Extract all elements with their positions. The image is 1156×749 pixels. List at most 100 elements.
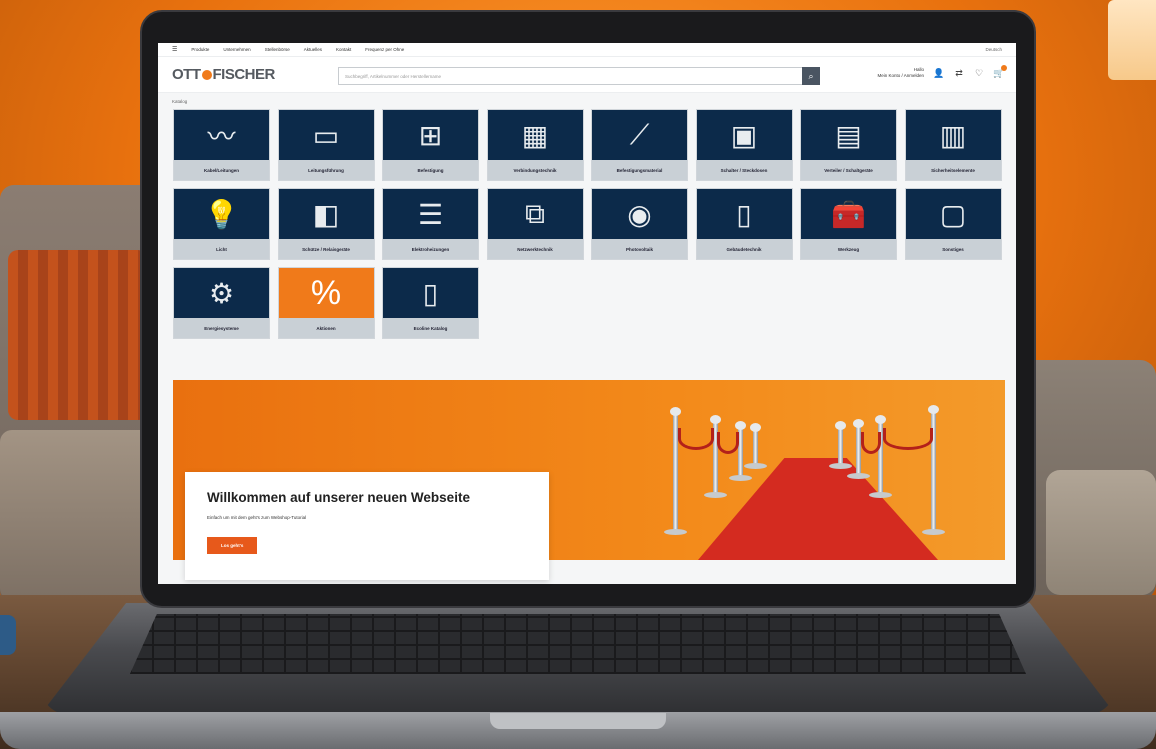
screw-icon: ⟋	[629, 118, 650, 150]
category-tile[interactable]: ◧ Schütze / Relaisgeräte	[277, 188, 375, 260]
language-select[interactable]: Deutsch	[985, 47, 1002, 52]
bulb-icon: 💡	[204, 198, 239, 230]
header-actions: Hallo Mein Konto / Anmelden 👤 ⇄ ♡ 🛒	[877, 65, 1007, 79]
welcome-card: Willkommen auf unserer neuen Webseite Ei…	[185, 472, 549, 580]
category-tile[interactable]: ▢ Sonstiges	[904, 188, 1002, 260]
welcome-title: Willkommen auf unserer neuen Webseite	[207, 490, 470, 505]
logo[interactable]: OTT FISCHER	[172, 66, 322, 83]
stanchion-post	[744, 423, 767, 469]
category-tile[interactable]: ▥ Sicherheitselemente	[904, 109, 1002, 181]
percent-icon: %	[278, 268, 374, 318]
velvet-rope	[861, 432, 881, 454]
category-label: Werkzeug	[801, 239, 896, 259]
armchair-seat	[1046, 470, 1156, 595]
category-label: Verbindungstechnik	[487, 160, 583, 180]
top-link[interactable]: Unternehmen	[223, 47, 250, 52]
menu-label[interactable]: Produkte	[191, 47, 209, 52]
category-tile[interactable]: ◉ Photovoltaik	[591, 188, 688, 260]
category-label: Energiesysteme	[174, 318, 269, 338]
top-link[interactable]: Frequenz per Ohne	[365, 47, 404, 52]
menu-icon[interactable]: ☰	[172, 46, 177, 53]
meter-icon: ▢	[939, 198, 967, 230]
laptop-notch	[490, 713, 666, 729]
search-button[interactable]: ⌕	[802, 67, 820, 85]
category-label: Schalter / Steckdosen	[696, 160, 792, 180]
site-header: OTT FISCHER Suchbegriff, Artikelnummer o…	[158, 57, 1016, 93]
category-tile[interactable]: 💡 Licht	[173, 188, 270, 260]
category-label: Sicherheitselemente	[905, 160, 1001, 180]
top-link[interactable]: Kontakt	[336, 47, 351, 52]
top-nav: ☰ Produkte Unternehmen Stellenbörse Aktu…	[158, 43, 1016, 57]
logo-text-left: OTT	[172, 66, 201, 83]
welcome-subtitle: Einfach um mit dem geht's zum Webshop-Tu…	[207, 515, 307, 520]
category-label: Netzwerktechnik	[487, 239, 583, 259]
category-tile[interactable]: ▯ Gebäudetechnik	[695, 188, 793, 260]
user-icon[interactable]: 👤	[933, 68, 944, 78]
get-started-button[interactable]: Los geht's	[207, 537, 258, 554]
stanchion-post	[829, 421, 852, 469]
socket-icon: ▣	[730, 119, 758, 151]
mug	[0, 615, 16, 655]
category-label: Ecoline Katalog	[383, 318, 478, 338]
category-tile[interactable]: ▭ Leitungsführung	[277, 109, 375, 181]
category-label: Kabel/Leitungen	[174, 160, 269, 180]
account-text[interactable]: Hallo Mein Konto / Anmelden	[877, 67, 924, 79]
category-tile[interactable]: 〰 Kabel/Leitungen	[173, 109, 270, 181]
velvet-rope	[717, 432, 739, 454]
category-label: Gebäudetechnik	[696, 239, 792, 259]
category-tile[interactable]: ▣ Schalter / Steckdosen	[695, 109, 793, 181]
category-label: Elektroheizungen	[383, 239, 478, 259]
account-login: Mein Konto / Anmelden	[877, 73, 924, 78]
search-input[interactable]: Suchbegriff, Artikelnummer oder Herstell…	[338, 67, 820, 85]
red-carpet-image	[698, 458, 938, 560]
category-tile[interactable]: ⊞ Befestigung	[382, 109, 479, 181]
pv-device-icon: ◉	[627, 198, 652, 230]
logo-dot	[201, 69, 212, 80]
category-label: Leitungsführung	[278, 160, 374, 180]
breadcrumb[interactable]: Katalog	[158, 93, 1016, 109]
intercom-icon: ▯	[736, 198, 752, 230]
category-tile[interactable]: ⚙ Energiesysteme	[173, 267, 270, 339]
category-tile[interactable]: ☰ Elektroheizungen	[382, 188, 479, 260]
wishlist-icon[interactable]: ♡	[974, 68, 984, 78]
category-tile[interactable]: ▯ Ecoline Katalog	[382, 267, 479, 339]
category-tile[interactable]: ▦ Verbindungstechnik	[486, 109, 584, 181]
gears-icon: ⚙	[208, 277, 235, 309]
laptop-keyboard	[130, 614, 1026, 674]
box-icon: ▯	[422, 277, 439, 309]
cabinet-icon: ▤	[835, 119, 862, 151]
cart-badge	[1001, 65, 1007, 71]
cart-icon[interactable]: 🛒	[993, 65, 1007, 78]
velvet-rope	[678, 428, 714, 450]
category-label: Licht	[174, 239, 269, 259]
category-label: Photovoltaik	[592, 239, 687, 259]
duct-icon: ▭	[312, 119, 340, 151]
search-placeholder: Suchbegriff, Artikelnummer oder Herstell…	[345, 73, 441, 79]
category-tile[interactable]: ⟋ Befestigungsmaterial	[591, 109, 688, 181]
search-icon: ⌕	[808, 70, 814, 81]
velvet-rope	[883, 428, 933, 450]
switch-device-icon: ◧	[312, 198, 340, 230]
clamp-icon: ⊞	[418, 119, 443, 151]
category-tile[interactable]: ▤ Verteiler / Schaltgeräte	[800, 109, 897, 181]
category-tile[interactable]: ⧉ Netzwerktechnik	[486, 188, 584, 260]
category-label: Schütze / Relaisgeräte	[278, 239, 374, 259]
lamp-shade	[1108, 0, 1156, 80]
compare-icon[interactable]: ⇄	[954, 68, 964, 78]
category-label: Verteiler / Schaltgeräte	[801, 160, 896, 180]
cable-icon: 〰	[207, 121, 236, 152]
logo-text-right: FISCHER	[212, 66, 276, 83]
network-plug-icon: ⧉	[525, 197, 545, 229]
category-label: Befestigungsmaterial	[592, 160, 687, 180]
breaker-icon: ▥	[939, 119, 967, 151]
category-label: Befestigung	[383, 160, 478, 180]
connector-icon: ▦	[521, 119, 549, 151]
category-grid: 〰 Kabel/Leitungen ▭ Leitungsführung ⊞ Befes…	[158, 109, 1016, 339]
radiator-icon: ☰	[417, 198, 444, 230]
category-tile[interactable]: % Aktionen	[277, 267, 375, 339]
category-tile[interactable]: 🧰 Werkzeug	[800, 188, 897, 260]
top-link[interactable]: Aktuelles	[304, 47, 322, 52]
top-link[interactable]: Stellenbörse	[265, 47, 290, 52]
toolbox-icon: 🧰	[831, 198, 866, 230]
cushion	[8, 250, 148, 420]
